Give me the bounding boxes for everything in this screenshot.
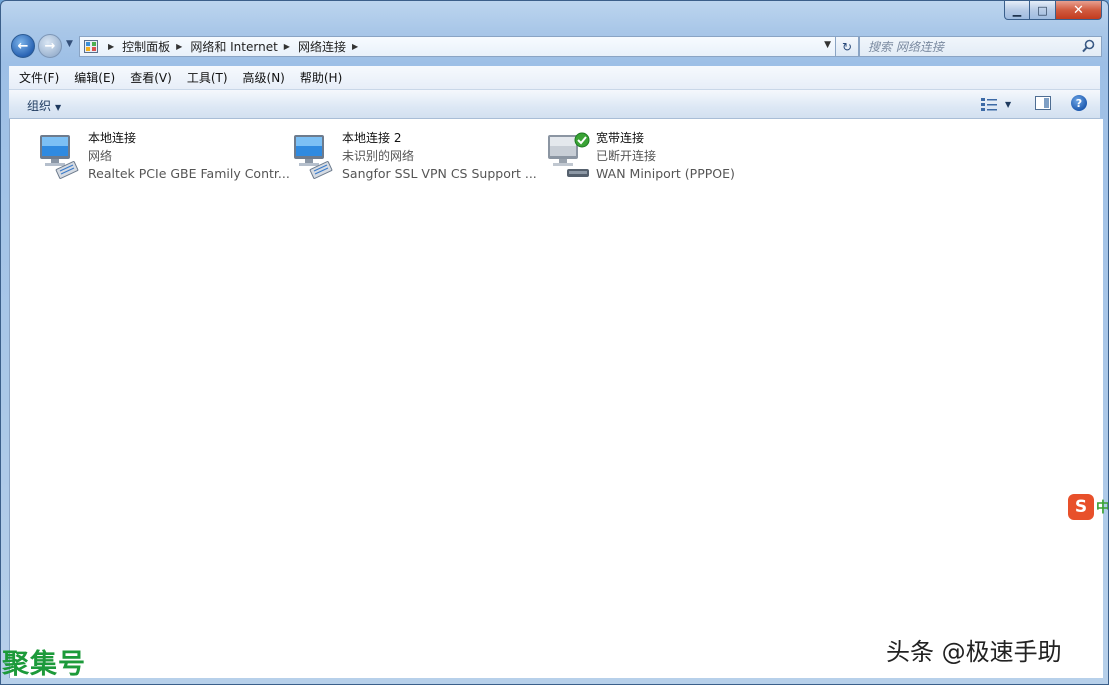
control-panel-icon [84, 40, 98, 53]
navigation-bar: ← → ▼ ▶ 控制面板 ▶ 网络和 Internet ▶ 网络连接 ▶ ▼ ↻… [9, 31, 1102, 61]
broadband-modem-icon [548, 132, 590, 177]
menu-tools[interactable]: 工具(T) [177, 69, 233, 86]
breadcrumb-separator-icon[interactable]: ▶ [108, 42, 114, 51]
ime-indicator[interactable]: S 中 [1068, 494, 1109, 520]
explorer-window: ▁ □ ✕ ← → ▼ ▶ 控制面板 ▶ 网络和 Internet ▶ 网络连接… [0, 0, 1109, 685]
address-history-dropdown-icon[interactable]: ▼ [824, 40, 831, 50]
caption-buttons: ▁ □ ✕ [1004, 1, 1102, 21]
connection-device: WAN Miniport (PPPOE) [596, 166, 735, 181]
forward-arrow-icon: → [44, 38, 56, 54]
connection-name: 本地连接 2 [342, 131, 402, 145]
refresh-icon: ↻ [841, 39, 853, 54]
maximize-button[interactable]: □ [1030, 1, 1056, 20]
help-icon: ? [1075, 96, 1083, 110]
connection-name: 本地连接 [88, 131, 137, 145]
connection-item[interactable]: 本地连接 2 未识别的网络 Sangfor SSL VPN CS Support… [279, 129, 537, 185]
ethernet-adapter-icon [40, 135, 79, 179]
chevron-down-icon: ▼ [55, 103, 62, 112]
search-placeholder: 搜索 网络连接 [868, 40, 944, 54]
connection-status: 未识别的网络 [342, 149, 415, 163]
breadcrumb-separator-icon[interactable]: ▶ [284, 42, 290, 51]
address-bar[interactable]: ▶ 控制面板 ▶ 网络和 Internet ▶ 网络连接 ▶ ▼ [79, 36, 836, 57]
change-view-button[interactable]: ▼ [981, 96, 1021, 112]
view-options-icon [981, 98, 997, 111]
chevron-down-icon: ▼ [1005, 99, 1012, 109]
sogou-ime-icon: S [1068, 494, 1094, 520]
watermark-left: 聚集号 [2, 649, 86, 680]
ethernet-adapter-icon [294, 135, 333, 179]
ime-mode-label: 中 [1096, 500, 1109, 516]
help-button[interactable]: ? [1071, 95, 1087, 111]
recent-pages-dropdown-icon[interactable]: ▼ [66, 39, 73, 49]
menu-help[interactable]: 帮助(H) [290, 69, 347, 86]
connection-status: 网络 [88, 149, 113, 163]
preview-pane-button[interactable] [1035, 96, 1051, 110]
connections-list: 本地连接 网络 Realtek PCIe GBE Family Contr...… [2, 119, 1108, 680]
breadcrumb-separator-icon[interactable]: ▶ [176, 42, 182, 51]
connection-item[interactable]: 宽带连接 已断开连接 WAN Miniport (PPPOE) [533, 129, 783, 185]
search-icon[interactable] [1082, 39, 1095, 53]
connection-item[interactable]: 本地连接 网络 Realtek PCIe GBE Family Contr... [25, 129, 290, 185]
organize-label: 组织 [27, 99, 52, 113]
organize-button[interactable]: 组织 ▼ [27, 97, 61, 114]
menu-view[interactable]: 查看(V) [120, 69, 177, 86]
minimize-button[interactable]: ▁ [1004, 1, 1030, 20]
connection-device: Realtek PCIe GBE Family Contr... [88, 166, 290, 181]
connection-device: Sangfor SSL VPN CS Support ... [342, 166, 537, 181]
breadcrumb-network-internet[interactable]: 网络和 Internet [190, 38, 277, 55]
search-input[interactable]: 搜索 网络连接 [859, 36, 1102, 57]
command-bar: 组织 ▼ ▼ ? [9, 90, 1100, 119]
connection-status: 已断开连接 [596, 149, 657, 163]
menu-advanced[interactable]: 高级(N) [233, 69, 290, 86]
menu-bar: 文件(F) 编辑(E) 查看(V) 工具(T) 高级(N) 帮助(H) [9, 66, 1100, 90]
forward-button[interactable]: → [38, 34, 62, 58]
back-button[interactable]: ← [11, 34, 35, 58]
close-button[interactable]: ✕ [1056, 1, 1102, 20]
menu-file[interactable]: 文件(F) [9, 69, 64, 86]
back-arrow-icon: ← [17, 38, 29, 54]
breadcrumb-separator-icon[interactable]: ▶ [352, 42, 358, 51]
breadcrumb-network-connections[interactable]: 网络连接 [298, 38, 346, 55]
menu-edit[interactable]: 编辑(E) [64, 69, 120, 86]
watermark-right: 头条 @极速手助 [886, 638, 1062, 666]
connection-name: 宽带连接 [596, 131, 645, 145]
refresh-button[interactable]: ↻ [835, 36, 859, 57]
breadcrumb-control-panel[interactable]: 控制面板 [122, 38, 170, 55]
